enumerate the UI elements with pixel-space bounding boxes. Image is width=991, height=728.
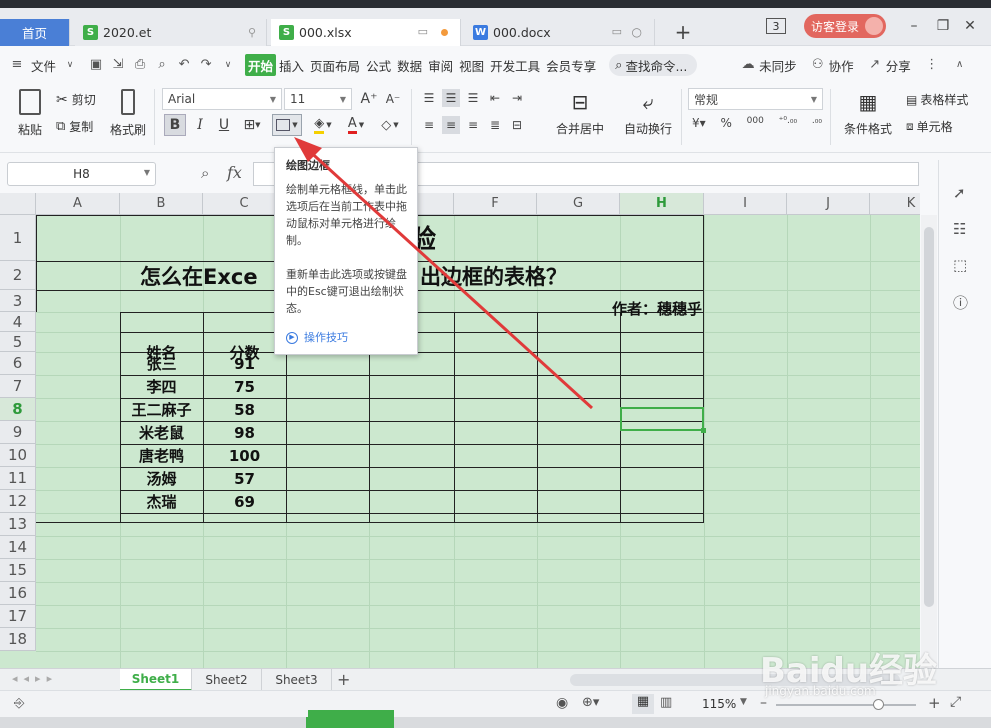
wps-window: 首页 S 2020.et ⚲ S 000.xlsx ▭ W 000.docx ▭… bbox=[0, 0, 991, 728]
watermark-url: jingyan.baidu.com bbox=[765, 684, 876, 698]
arrow-shaft bbox=[304, 146, 594, 410]
red-arrow-annotation bbox=[294, 137, 594, 410]
